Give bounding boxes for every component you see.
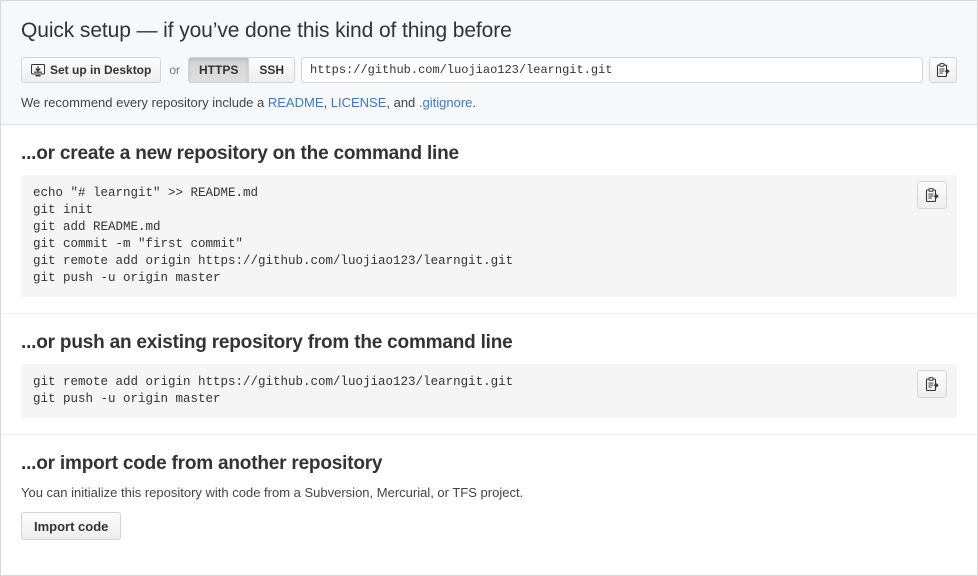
clipboard-copy-icon [925, 187, 939, 203]
clone-url-input[interactable] [301, 57, 923, 83]
recommendation-sep-2: , and [386, 95, 419, 110]
recommendation-sep-1: , [323, 95, 331, 110]
create-repository-title: ...or create a new repository on the com… [21, 143, 459, 164]
clone-url-row: Set up in Desktop or HTTPS SSH [21, 57, 957, 83]
protocol-ssh-button[interactable]: SSH [249, 57, 296, 83]
quick-setup-title: Quick setup — if you’ve done this kind o… [21, 19, 512, 42]
push-existing-commands[interactable]: git remote add origin https://github.com… [33, 374, 945, 408]
import-code-description: You can initialize this repository with … [21, 485, 524, 500]
quick-setup-section: Quick setup — if you’ve done this kind o… [1, 1, 977, 125]
create-repository-commands[interactable]: echo "# learngit" >> README.md git init … [33, 185, 945, 287]
protocol-https-button[interactable]: HTTPS [188, 57, 250, 83]
copy-create-commands-button[interactable] [917, 181, 947, 209]
create-repository-code-panel: echo "# learngit" >> README.md git init … [21, 175, 957, 297]
create-repository-section: ...or create a new repository on the com… [1, 125, 977, 314]
import-code-button[interactable]: Import code [21, 512, 122, 540]
readme-link[interactable]: README [268, 95, 324, 110]
set-up-in-desktop-label: Set up in Desktop [50, 63, 152, 77]
repository-setup-page: Quick setup — if you’ve done this kind o… [0, 0, 978, 576]
license-link[interactable]: LICENSE [331, 95, 387, 110]
push-existing-section: ...or push an existing repository from t… [1, 314, 977, 435]
copy-push-commands-button[interactable] [917, 370, 947, 398]
or-label: or [169, 63, 181, 77]
clipboard-copy-icon [936, 62, 950, 78]
import-code-section: ...or import code from another repositor… [1, 435, 977, 556]
recommendation-prefix: We recommend every repository include a [21, 95, 268, 110]
push-existing-code-panel: git remote add origin https://github.com… [21, 364, 957, 418]
recommendation-sep-3: . [472, 95, 477, 110]
import-code-title: ...or import code from another repositor… [21, 453, 383, 474]
set-up-in-desktop-button[interactable]: Set up in Desktop [21, 57, 162, 83]
copy-url-button[interactable] [929, 57, 957, 83]
recommendation-text: We recommend every repository include a … [21, 95, 957, 110]
push-existing-title: ...or push an existing repository from t… [21, 332, 513, 353]
clipboard-copy-icon [925, 376, 939, 392]
protocol-toggle-group: HTTPS SSH [188, 57, 296, 83]
desktop-download-icon [31, 63, 45, 77]
gitignore-link[interactable]: .gitignore [419, 95, 472, 110]
